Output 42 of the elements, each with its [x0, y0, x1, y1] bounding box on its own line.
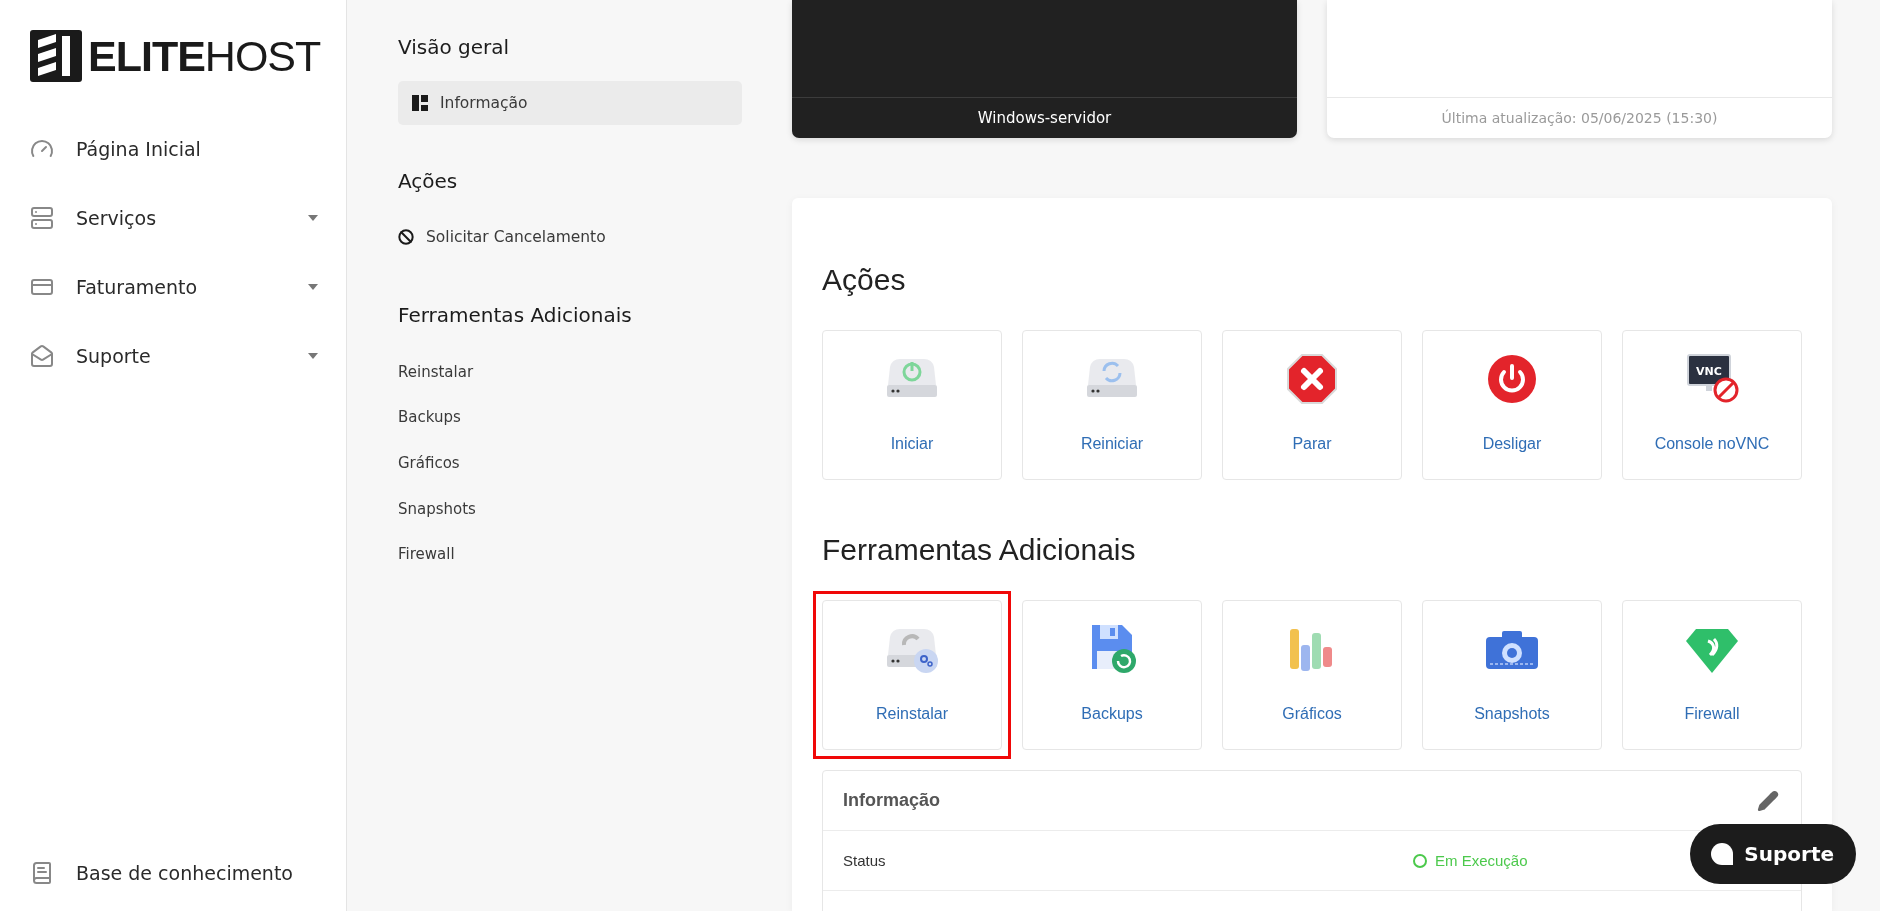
- sidebar-item[interactable]: Serviços: [30, 183, 346, 252]
- logo-icon: [30, 30, 82, 82]
- section-heading: Ações: [822, 262, 907, 298]
- support-button[interactable]: Suporte: [1690, 824, 1856, 884]
- subnav-item[interactable]: Informação: [398, 81, 742, 125]
- subnav-item[interactable]: Firewall: [398, 531, 742, 577]
- action-tile[interactable]: Backups: [1022, 600, 1202, 750]
- action-tile[interactable]: Reiniciar: [1022, 330, 1202, 480]
- chat-bubble-icon: [1710, 842, 1735, 866]
- info-title: Informação: [843, 790, 941, 811]
- server-name: Windows-servidor: [792, 97, 1297, 138]
- prohibited-icon: [398, 229, 414, 245]
- subnav-item[interactable]: Snapshots: [398, 485, 742, 532]
- subnav-item[interactable]: Backups: [398, 394, 742, 441]
- action-tile[interactable]: Firewall: [1622, 600, 1802, 750]
- section-title: Ferramentas Adicionais: [398, 302, 633, 329]
- action-tile[interactable]: Parar: [1222, 330, 1402, 480]
- action-tile[interactable]: Gráficos: [1222, 600, 1402, 750]
- section-heading: Ferramentas Adicionais: [822, 532, 1137, 568]
- sidebar-item[interactable]: Página Inicial: [30, 114, 346, 183]
- subnav-item[interactable]: Reinstalar: [398, 349, 742, 395]
- nav-icon: [30, 343, 54, 368]
- last-update-text: Última atualização: 05/06/2025 (15:30): [1327, 97, 1832, 138]
- sidebar-item[interactable]: Faturamento: [30, 252, 346, 321]
- nav-icon: [30, 205, 54, 230]
- brand-name: ELITEHOST: [88, 34, 321, 78]
- sidebar-item[interactable]: Base de conhecimento: [30, 838, 346, 907]
- action-tile[interactable]: Desligar: [1422, 330, 1602, 480]
- action-tile[interactable]: Snapshots: [1422, 600, 1602, 750]
- sidebar-item[interactable]: Suporte: [30, 321, 346, 390]
- action-tile[interactable]: VNC Console noVNC: [1622, 330, 1802, 480]
- action-tile[interactable]: Reinstalar: [822, 600, 1002, 750]
- info-label: Status: [843, 852, 887, 869]
- layout-icon: [412, 95, 428, 111]
- edit-icon[interactable]: [1757, 789, 1779, 812]
- subnav-item[interactable]: Solicitar Cancelamento: [398, 215, 742, 259]
- section-title: Ações: [398, 168, 459, 195]
- action-tile[interactable]: Iniciar: [822, 330, 1002, 480]
- subnav-item[interactable]: Gráficos: [398, 440, 742, 486]
- section-title: Visão geral: [398, 34, 511, 61]
- book-icon: [30, 860, 54, 885]
- status-circle-icon: [1413, 853, 1427, 868]
